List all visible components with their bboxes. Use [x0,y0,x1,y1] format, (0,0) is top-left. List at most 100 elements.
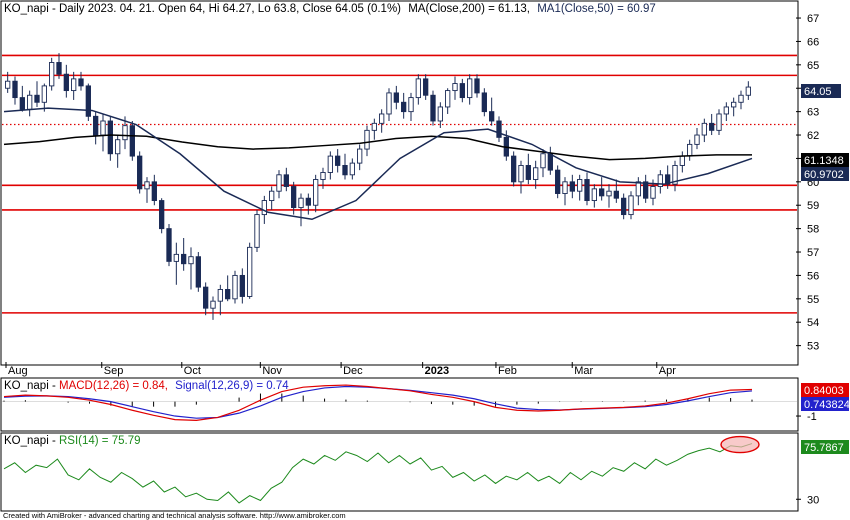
candle-body [19,97,25,110]
candle-body [137,155,143,190]
candle-body [430,94,436,122]
price-y-tick-label: 59 [807,200,819,212]
candle-body [239,274,245,297]
candle-body [144,181,150,190]
ma200-tag: 61.1348 [801,153,849,167]
candle-body [115,139,121,155]
candle-body [276,174,282,192]
candle-body [606,190,612,197]
candle-body [269,190,275,201]
candle-body [49,62,55,87]
candle-body [408,97,414,113]
x-tick-label: Feb [498,365,517,377]
candle-body [694,134,700,145]
candle-body [27,94,33,110]
price-y-tick-label: 66 [807,36,819,48]
rsi-tag-text: 75.7867 [804,442,844,454]
candle-body [313,179,319,206]
candle-body [107,120,113,155]
candle-body [56,62,62,75]
candle-body [93,115,99,136]
ma200-tag-text: 61.1348 [804,155,844,167]
price-y-tick-label: 58 [807,224,819,236]
candle-body [650,186,656,199]
candle-body [159,200,165,230]
candle-body [643,181,649,199]
candle-body [415,78,421,99]
candle-body [78,78,84,87]
ma200-header: MA(Close,200) = 61.13, [408,3,530,15]
candle-body [320,172,326,180]
candle-body [34,94,40,103]
candle-body [423,78,429,96]
candle-body [738,94,744,103]
rsi-header-prefix: KO_napi - [4,435,59,447]
candle-body [100,120,106,136]
macd-tag: 0.84003 [801,383,849,397]
candle-body [122,125,128,141]
candle-body [210,300,216,309]
candle-body [679,155,685,166]
candle-body [12,80,18,99]
rsi-header: KO_napi - RSI(14) = 75.79 [4,435,141,447]
signal-tag-text: 0.743824 [804,399,850,411]
candle-body [129,125,135,157]
candle-body [467,78,473,99]
candle-body [298,197,304,209]
candle-body [474,78,480,94]
candle-body [716,113,722,131]
candle-body [291,186,297,209]
candle-body [518,165,524,183]
candle-body [203,286,209,309]
ma50-tag-text: 60.9702 [804,169,844,181]
price-tag: 64.05 [801,84,841,98]
candle-body [687,143,693,157]
candle-body [225,289,231,300]
candle-body [452,83,458,92]
candle-body [342,165,348,176]
candle-body [723,106,729,115]
ma50-tag: 60.9702 [801,167,849,181]
candle-body [525,165,531,180]
candle-body [635,181,641,197]
candle-body [547,153,553,171]
x-tick-label: Sep [104,365,124,377]
x-tick-label: Apr [659,365,676,377]
candle-body [731,101,737,108]
rsi-header-main: RSI(14) = 75.79 [59,435,141,447]
price-header-title: KO_napi - Daily 2023. 04. 21. Open 64, H… [4,3,401,15]
candle-body [71,78,77,92]
candle-body [569,181,575,192]
candle-body [247,246,253,297]
candle-body [283,174,289,187]
candle-body [584,179,590,201]
candle-body [540,153,546,169]
x-tick-label: Oct [184,365,201,377]
candle-body [533,167,539,180]
candle-body [562,181,568,194]
rsi-tag: 75.7867 [801,440,849,454]
candle-body [181,253,187,265]
x-tick-label: 2023 [425,365,449,377]
signal-tag: 0.743824 [801,397,850,411]
candle-body [621,197,627,216]
candle-body [511,155,517,183]
candle-body [5,80,11,89]
macd-header-main: MACD(12,26) = 0.84, [59,380,168,392]
x-tick-label: Nov [262,365,282,377]
footer-credit: Created with AmiBroker - advanced charti… [3,511,346,520]
candle-body [195,256,201,288]
candle-body [173,253,179,262]
candle-body [445,90,451,108]
candle-body [496,120,502,138]
price-y-tick-label: 65 [807,60,819,72]
candle-body [349,162,355,176]
candle-body [261,200,267,216]
macd-header: KO_napi - MACD(12,26) = 0.84, Signal(12,… [4,380,289,392]
candle-body [305,197,311,206]
candle-body [188,256,194,265]
price-header: KO_napi - Daily 2023. 04. 21. Open 64, H… [4,3,656,15]
x-tick-label: Mar [574,365,593,377]
candle-body [613,190,619,199]
candle-body [371,122,377,131]
